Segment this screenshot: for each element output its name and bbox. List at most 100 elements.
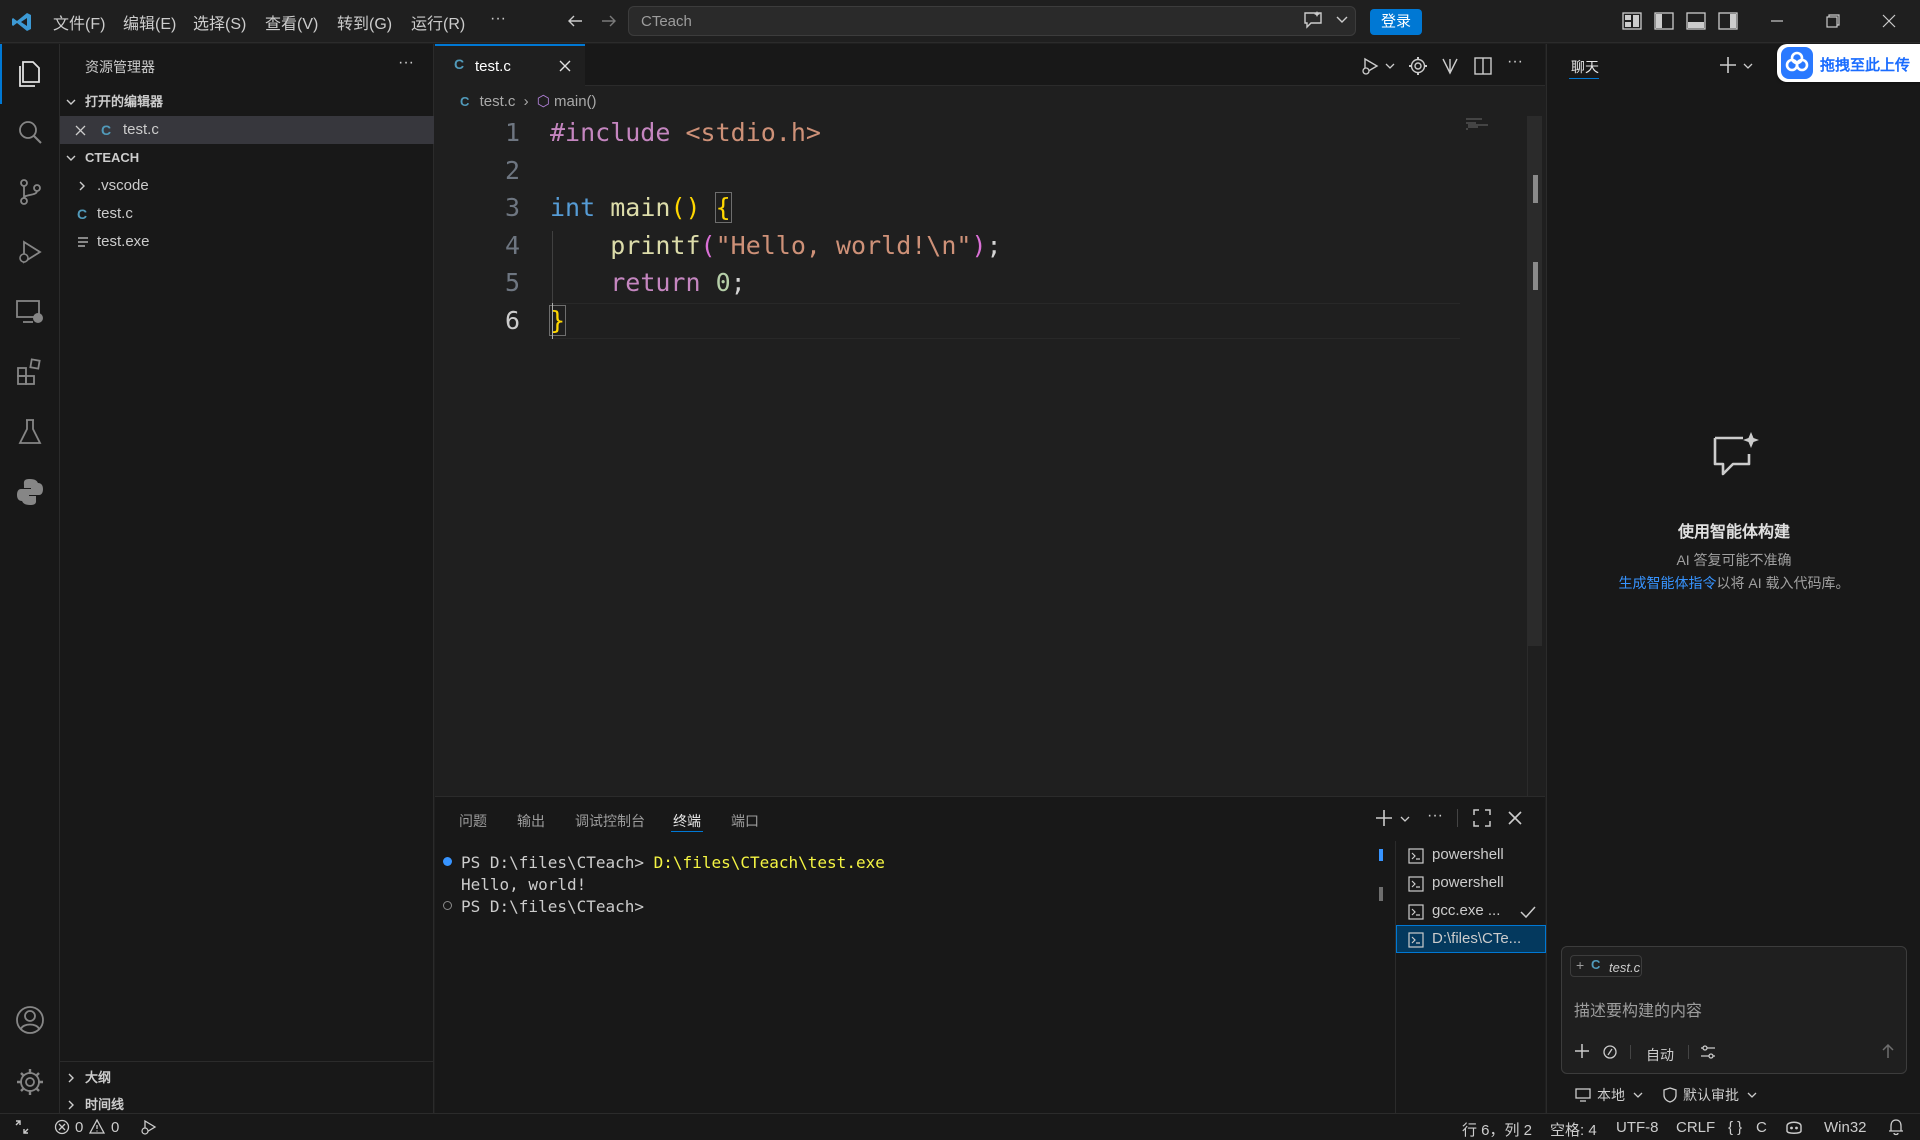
error-icon[interactable] <box>54 1119 70 1135</box>
compare-icon[interactable] <box>1440 56 1460 76</box>
python-icon[interactable] <box>14 476 46 508</box>
sidebar-more-button[interactable]: ··· <box>398 54 414 72</box>
customize-layout-icon[interactable] <box>1622 12 1642 30</box>
chevron-down-icon[interactable] <box>1385 62 1395 70</box>
panel-tab-terminal[interactable]: 终端 <box>673 811 701 831</box>
panel-tab-ports[interactable]: 端口 <box>731 811 759 831</box>
code-line-4[interactable]: printf("Hello, world!\n"); <box>550 231 1001 260</box>
notifications-bell-icon[interactable] <box>1888 1118 1904 1136</box>
chat-input-placeholder[interactable]: 描述要构建的内容 <box>1574 997 1702 1021</box>
close-panel-icon[interactable] <box>1507 810 1523 826</box>
menu-view[interactable]: 查看(V) <box>265 10 318 34</box>
panel-tab-output[interactable]: 输出 <box>517 811 545 831</box>
menu-selection[interactable]: 选择(S) <box>193 10 246 34</box>
copilot-icon[interactable] <box>1784 1118 1804 1136</box>
terminal-item[interactable]: powershell <box>1396 841 1546 869</box>
terminal-item[interactable]: powershell <box>1396 869 1546 897</box>
run-code-icon[interactable] <box>1360 56 1380 76</box>
toggle-primary-sidebar-icon[interactable] <box>1654 12 1674 30</box>
minimize-icon[interactable] <box>1770 14 1784 28</box>
restore-icon[interactable] <box>1826 14 1840 28</box>
open-editor-item[interactable]: C test.c <box>60 116 434 144</box>
terminal-line-2[interactable]: Hello, world! <box>461 875 586 894</box>
code-line-3[interactable]: int main() { <box>550 192 732 223</box>
warning-icon[interactable] <box>89 1119 105 1135</box>
close-tab-icon[interactable] <box>559 60 571 72</box>
warning-count[interactable]: 0 <box>111 1119 119 1136</box>
error-count[interactable]: 0 <box>75 1119 83 1136</box>
tree-item-vscode[interactable]: .vscode <box>60 172 434 200</box>
remote-icon[interactable] <box>14 1119 30 1135</box>
line-ending[interactable]: CRLF <box>1676 1119 1715 1136</box>
source-control-icon[interactable] <box>14 176 46 208</box>
menu-edit[interactable]: 编辑(E) <box>123 10 176 34</box>
language-mode[interactable]: C <box>1756 1119 1767 1136</box>
open-editors-section[interactable]: 打开的编辑器 <box>60 88 434 116</box>
generate-instructions-link[interactable]: 生成智能体指令 <box>1618 575 1716 591</box>
cursor-position[interactable]: 行 6，列 2 <box>1462 1119 1532 1140</box>
toggle-panel-icon[interactable] <box>1686 12 1706 30</box>
tree-item-test-c[interactable]: C test.c <box>60 200 434 228</box>
new-chat-icon[interactable] <box>1719 56 1737 74</box>
close-window-icon[interactable] <box>1882 14 1896 28</box>
panel-tab-problems[interactable]: 问题 <box>459 811 487 831</box>
add-terminal-icon[interactable] <box>1375 809 1393 827</box>
run-debug-icon[interactable] <box>140 1119 158 1135</box>
folder-section[interactable]: CTEACH <box>60 144 434 172</box>
breadcrumb-symbol[interactable]: main() <box>554 93 597 110</box>
minimap[interactable] <box>1466 118 1496 130</box>
breadcrumb-file[interactable]: test.c <box>480 93 516 110</box>
menu-more[interactable]: ··· <box>490 10 506 28</box>
panel-tab-debug-console[interactable]: 调试控制台 <box>575 811 645 831</box>
gear-icon[interactable] <box>1408 56 1428 76</box>
explorer-icon[interactable] <box>14 58 46 90</box>
encoding[interactable]: UTF-8 <box>1616 1119 1659 1136</box>
terminal-scrollbar[interactable] <box>1379 887 1383 901</box>
context-chip[interactable]: + C test.c <box>1570 955 1642 977</box>
account-icon[interactable] <box>14 1004 46 1036</box>
settings-sliders-icon[interactable] <box>1700 1044 1716 1060</box>
testing-flask-icon[interactable] <box>14 416 46 448</box>
outline-section[interactable]: 大纲 <box>60 1064 434 1092</box>
code-line-1[interactable]: #include <stdio.h> <box>550 118 821 147</box>
tree-item-test-exe[interactable]: test.exe <box>60 228 434 256</box>
chevron-down-icon[interactable] <box>1743 62 1753 70</box>
chat-input-box[interactable]: + C test.c 描述要构建的内容 自动 <box>1561 946 1907 1074</box>
scrollbar-thumb[interactable] <box>1533 175 1538 203</box>
extensions-icon[interactable] <box>14 356 46 388</box>
chevron-down-icon[interactable] <box>1400 815 1410 823</box>
menu-run[interactable]: 运行(R) <box>411 10 465 34</box>
platform[interactable]: Win32 <box>1824 1119 1867 1136</box>
menu-file[interactable]: 文件(F) <box>53 10 105 34</box>
maximize-panel-icon[interactable] <box>1473 809 1491 827</box>
forward-arrow-icon[interactable] <box>600 12 618 30</box>
add-context-icon[interactable]: + <box>1576 957 1584 973</box>
baidu-upload-badge[interactable]: 拖拽至此上传 <box>1777 44 1920 82</box>
send-arrow-icon[interactable] <box>1880 1043 1896 1059</box>
settings-gear-icon[interactable] <box>14 1066 46 1098</box>
close-icon[interactable] <box>75 125 86 136</box>
add-icon[interactable] <box>1574 1043 1590 1059</box>
terminal-line-1[interactable]: PS D:\files\CTeach> D:\files\CTeach\test… <box>461 853 885 872</box>
chevron-down-icon[interactable] <box>1336 15 1348 25</box>
terminal-item-active[interactable]: D:\files\CTe... <box>1396 925 1546 953</box>
mode-selector[interactable]: 自动 <box>1646 1045 1674 1065</box>
panel-more-button[interactable]: ··· <box>1427 807 1443 825</box>
code-line-5[interactable]: return 0; <box>550 268 746 297</box>
tools-icon[interactable] <box>1602 1044 1618 1060</box>
terminal-line-3[interactable]: PS D:\files\CTeach> <box>461 897 644 916</box>
more-actions-button[interactable]: ··· <box>1507 53 1523 71</box>
indentation[interactable]: 空格: 4 <box>1550 1119 1597 1140</box>
copilot-chat-icon[interactable] <box>1302 10 1324 30</box>
run-debug-icon[interactable] <box>14 236 46 268</box>
chevron-down-icon[interactable] <box>1747 1091 1757 1099</box>
menu-goto[interactable]: 转到(G) <box>337 10 392 34</box>
search-icon[interactable] <box>14 116 46 148</box>
approval-selector[interactable]: 默认审批 <box>1683 1085 1739 1105</box>
back-arrow-icon[interactable] <box>566 12 584 30</box>
chevron-down-icon[interactable] <box>1633 1091 1643 1099</box>
remote-explorer-icon[interactable] <box>14 296 46 328</box>
local-selector[interactable]: 本地 <box>1597 1085 1625 1105</box>
split-editor-icon[interactable] <box>1473 56 1493 76</box>
terminal-item[interactable]: gcc.exe ... <box>1396 897 1546 925</box>
